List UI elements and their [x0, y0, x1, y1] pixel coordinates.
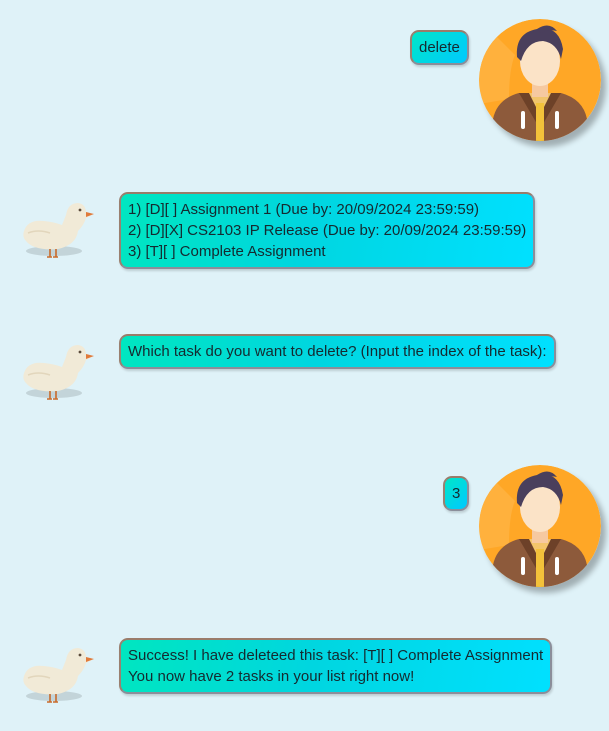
bot-message-bubble: 1) [D][ ] Assignment 1 (Due by: 20/09/20…: [119, 192, 536, 269]
duck-avatar-icon: [18, 337, 98, 407]
duck-avatar-icon: [18, 640, 98, 710]
task-list-line: 1) [D][ ] Assignment 1 (Due by: 20/09/20…: [128, 201, 480, 218]
user-message-bubble: delete: [410, 30, 469, 65]
bot-message-bubble: Which task do you want to delete? (Input…: [119, 334, 556, 369]
message-text: Which task do you want to delete? (Input…: [128, 343, 547, 360]
user-message-bubble: 3: [443, 476, 470, 511]
chat-dialog-container: delete 1) [D][ ] Assignment 1 (Due by: 2…: [0, 0, 609, 731]
duck-avatar-icon: [18, 195, 98, 265]
message-text: Success! I have deleteed this task: [T][…: [128, 647, 544, 664]
user-avatar-icon: [479, 19, 601, 141]
bot-message-bubble: Success! I have deleteed this task: [T][…: [119, 638, 553, 694]
message-text: You now have 2 tasks in your list right …: [128, 668, 415, 685]
user-avatar-icon: [479, 465, 601, 587]
message-text: 3: [452, 485, 461, 502]
task-list-line: 3) [T][ ] Complete Assignment: [128, 243, 326, 260]
task-list-line: 2) [D][X] CS2103 IP Release (Due by: 20/…: [128, 222, 527, 239]
message-text: delete: [419, 39, 460, 56]
